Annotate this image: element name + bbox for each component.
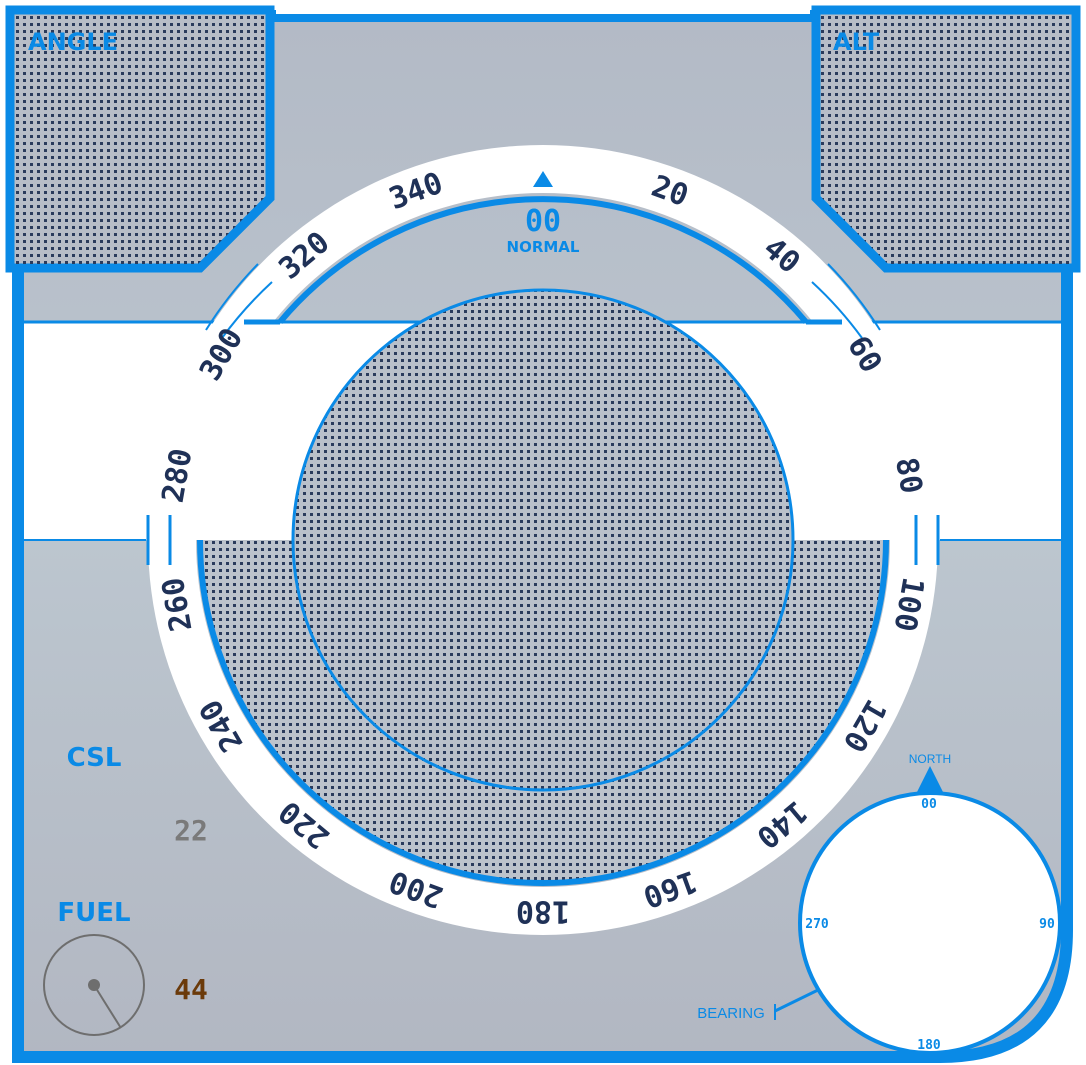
hud-display: ANGLE ALT 00 NORMAL 20406080100120140160… <box>5 0 1081 1063</box>
heading-mode-label: NORMAL <box>507 238 580 256</box>
attitude-disc-grid <box>291 288 795 792</box>
fuel-gauge-hub <box>88 979 100 991</box>
compass-tick-80: 80 <box>888 455 929 497</box>
mini-compass-north-label: NORTH <box>909 752 951 766</box>
fuel-value: 44 <box>174 973 208 1006</box>
mini-compass <box>798 791 1062 1055</box>
heading-value: 00 <box>525 204 561 239</box>
mini-compass-n: 00 <box>921 797 937 812</box>
mini-compass-e: 90 <box>1039 917 1055 932</box>
angle-label: ANGLE <box>28 28 118 56</box>
mini-compass-w: 270 <box>805 917 829 932</box>
fuel-label: FUEL <box>57 898 130 928</box>
bearing-label: BEARING <box>697 1005 765 1022</box>
csl-value: 22 <box>174 814 208 847</box>
compass-tick-180: 180 <box>516 894 570 929</box>
csl-label: CSL <box>67 743 122 773</box>
mini-compass-s: 180 <box>917 1038 941 1053</box>
top-slot <box>276 0 810 14</box>
alt-label: ALT <box>833 28 880 56</box>
